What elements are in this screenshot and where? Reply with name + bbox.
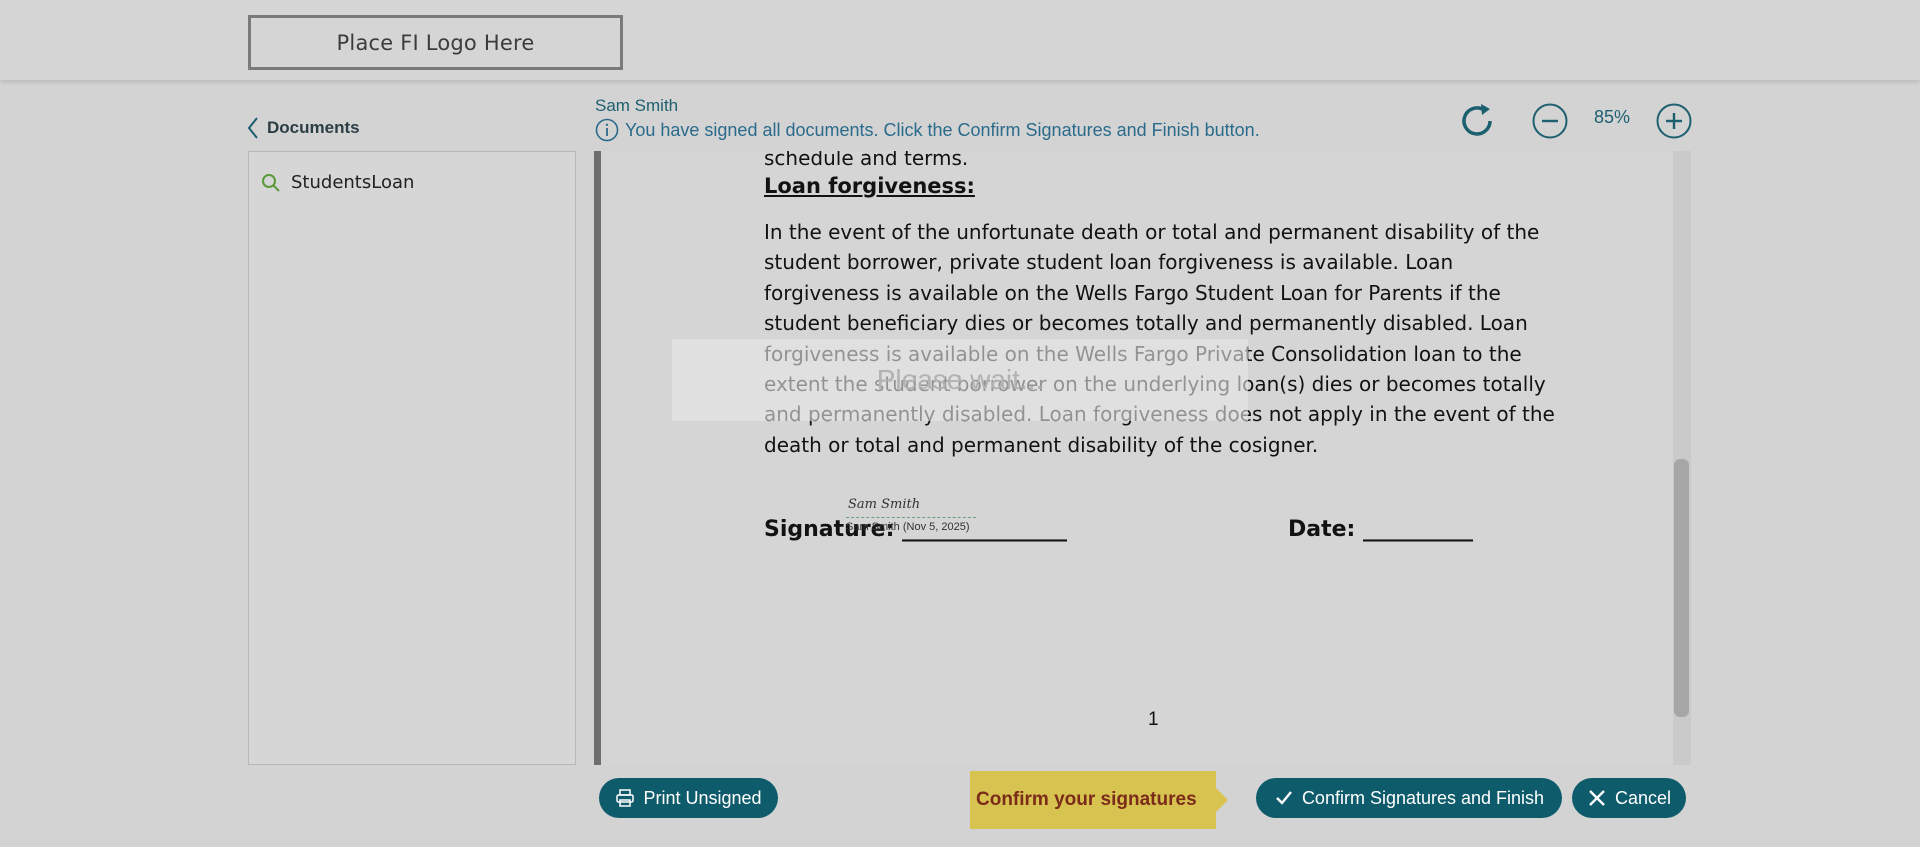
confirm-signatures-callout: Confirm your signatures xyxy=(970,771,1228,829)
fi-logo-placeholder: Place FI Logo Here xyxy=(248,15,623,70)
status-message-text: You have signed all documents. Click the… xyxy=(625,119,1260,140)
cancel-button[interactable]: Cancel xyxy=(1572,778,1686,818)
printer-icon xyxy=(616,789,635,807)
document-paragraph: In the event of the unfortunate death or… xyxy=(764,220,1555,457)
signature-caption: Sam Smith (Nov 5, 2025) xyxy=(846,521,970,533)
zoom-in-button[interactable] xyxy=(1655,102,1693,140)
refresh-button[interactable] xyxy=(1456,100,1498,142)
minus-circle-icon xyxy=(1532,103,1568,139)
cancel-label: Cancel xyxy=(1614,787,1672,808)
confirm-signatures-finish-button[interactable]: Confirm Signatures and Finish xyxy=(1256,778,1562,818)
document-heading: Loan forgiveness: xyxy=(764,174,975,198)
scrollbar-thumb[interactable] xyxy=(1674,459,1689,717)
viewer-left-edge xyxy=(594,151,601,765)
sidebar-item-label: StudentsLoan xyxy=(291,172,415,193)
print-unsigned-button[interactable]: Print Unsigned xyxy=(599,778,778,818)
date-label: Date: __________ xyxy=(1288,517,1474,542)
check-icon xyxy=(1276,791,1292,805)
sidebar-item-studentsloan[interactable]: StudentsLoan xyxy=(261,172,414,193)
top-bar: Place FI Logo Here xyxy=(0,0,1920,80)
info-icon xyxy=(595,118,619,142)
document-cut-line: schedule and terms. xyxy=(764,151,969,170)
documents-title: Documents xyxy=(267,118,360,137)
signature-image[interactable]: Sam Smith xyxy=(848,497,920,512)
scrollbar-track[interactable] xyxy=(1673,151,1691,765)
print-unsigned-label: Print Unsigned xyxy=(643,787,762,808)
close-icon xyxy=(1589,790,1605,806)
document-viewer[interactable]: schedule and terms. Loan forgiveness: In… xyxy=(594,151,1691,765)
refresh-icon xyxy=(1462,104,1492,136)
plus-circle-icon xyxy=(1656,103,1692,139)
search-icon xyxy=(262,173,280,192)
zoom-out-button[interactable] xyxy=(1531,102,1569,140)
signer-name: Sam Smith xyxy=(595,96,679,115)
status-message: You have signed all documents. Click the… xyxy=(595,118,1260,142)
page-number: 1 xyxy=(1148,709,1159,730)
confirm-signatures-finish-label: Confirm Signatures and Finish xyxy=(1301,787,1545,808)
zoom-level: 85% xyxy=(1593,107,1631,127)
documents-sidebar: StudentsLoan xyxy=(248,151,576,765)
signature-underline xyxy=(846,517,976,518)
chevron-left-icon xyxy=(247,117,258,139)
documents-back-link[interactable]: Documents xyxy=(247,116,360,140)
